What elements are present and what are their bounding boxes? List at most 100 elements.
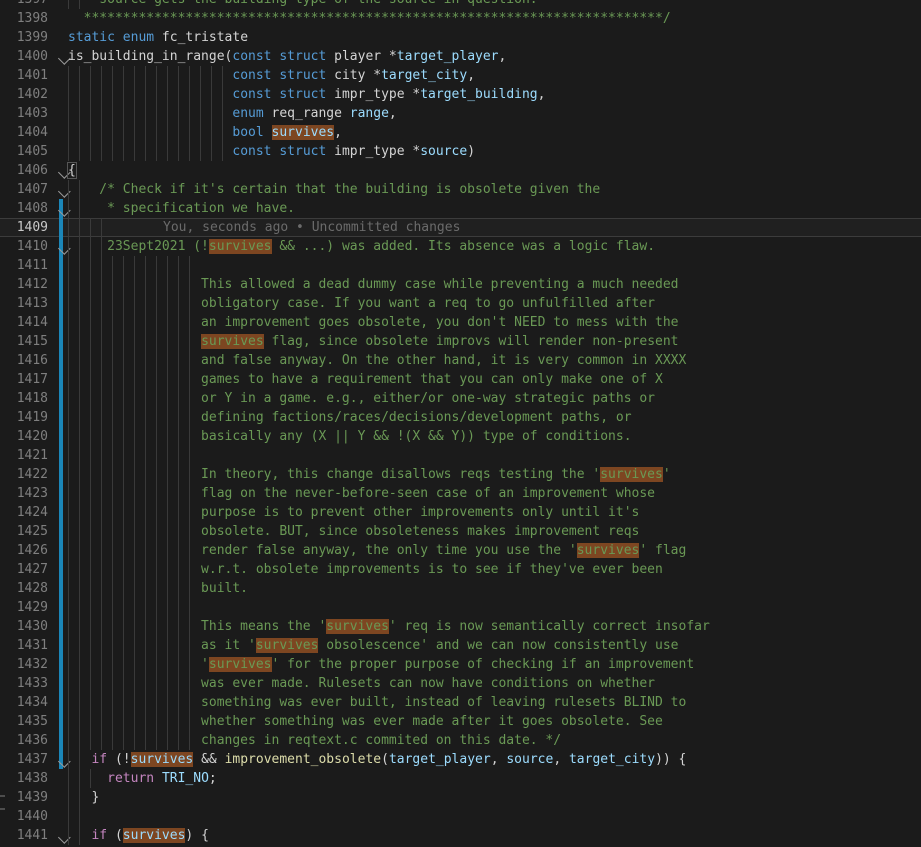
modified-line-indicator[interactable] <box>59 427 63 446</box>
code-line[interactable]: 1425 obsolete. BUT, since obsoleteness m… <box>0 522 921 541</box>
line-number[interactable]: 1401 <box>0 66 48 85</box>
code-line[interactable]: 1435 whether something was ever made aft… <box>0 712 921 731</box>
code-line[interactable]: 1437 if (!survives && improvement_obsole… <box>0 750 921 769</box>
code-line[interactable]: 1431 as it 'survives obsolescence' and w… <box>0 636 921 655</box>
code-line[interactable]: 1402 const struct impr_type *target_buil… <box>0 85 921 104</box>
code-line[interactable]: 1410 23Sept2021 (!survives && ...) was a… <box>0 237 921 256</box>
line-number[interactable]: 1424 <box>0 503 48 522</box>
modified-line-indicator[interactable] <box>59 693 63 712</box>
code-line[interactable]: 1434 something was ever built, instead o… <box>0 693 921 712</box>
line-number[interactable]: 1437 <box>0 750 48 769</box>
line-number[interactable]: 1416 <box>0 351 48 370</box>
line-number[interactable]: 1435 <box>0 712 48 731</box>
line-number[interactable]: 1403 <box>0 104 48 123</box>
line-number[interactable]: 1415 <box>0 332 48 351</box>
code-line[interactable]: 1404 bool survives, <box>0 123 921 142</box>
code-line[interactable]: 1436 changes in reqtext.c commited on th… <box>0 731 921 750</box>
modified-line-indicator[interactable] <box>59 674 63 693</box>
modified-line-indicator[interactable] <box>59 446 63 465</box>
modified-line-indicator[interactable] <box>59 294 63 313</box>
line-number[interactable]: 1410 <box>0 237 48 256</box>
code-line[interactable]: 1420 basically any (X || Y && !(X && Y))… <box>0 427 921 446</box>
line-number[interactable]: 1398 <box>0 9 48 28</box>
code-line[interactable]: 1405 const struct impr_type *source) <box>0 142 921 161</box>
modified-line-indicator[interactable] <box>59 313 63 332</box>
code-line[interactable]: 1429 <box>0 598 921 617</box>
modified-line-indicator[interactable] <box>59 598 63 617</box>
line-number[interactable]: 1406 <box>0 161 48 180</box>
line-number[interactable]: 1421 <box>0 446 48 465</box>
modified-line-indicator[interactable] <box>59 389 63 408</box>
code-line[interactable]: 1417 games to have a requirement that yo… <box>0 370 921 389</box>
modified-line-indicator[interactable] <box>59 484 63 503</box>
modified-line-indicator[interactable] <box>59 636 63 655</box>
code-line[interactable]: 1440 <box>0 807 921 826</box>
line-number[interactable]: 1411 <box>0 256 48 275</box>
code-line[interactable]: 1412 This allowed a dead dummy case whil… <box>0 275 921 294</box>
modified-line-indicator[interactable] <box>59 465 63 484</box>
modified-line-indicator[interactable] <box>59 351 63 370</box>
modified-line-indicator[interactable] <box>59 218 63 237</box>
modified-line-indicator[interactable] <box>59 408 63 427</box>
line-number[interactable]: 1408 <box>0 199 48 218</box>
line-number[interactable]: 1397 <box>0 0 48 9</box>
line-number[interactable]: 1431 <box>0 636 48 655</box>
line-number[interactable]: 1405 <box>0 142 48 161</box>
line-number[interactable]: 1400 <box>0 47 48 66</box>
code-line[interactable]: 1433 was ever made. Rulesets can now hav… <box>0 674 921 693</box>
code-line[interactable]: 1439 } <box>0 788 921 807</box>
code-line[interactable]: 1422 In theory, this change disallows re… <box>0 465 921 484</box>
modified-line-indicator[interactable] <box>59 712 63 731</box>
line-number[interactable]: 1429 <box>0 598 48 617</box>
code-line[interactable]: 1409You, seconds ago • Uncommitted chang… <box>0 218 921 237</box>
code-line[interactable]: 1413 obligatory case. If you want a req … <box>0 294 921 313</box>
line-number[interactable]: 1425 <box>0 522 48 541</box>
line-number[interactable]: 1422 <box>0 465 48 484</box>
modified-line-indicator[interactable] <box>59 731 63 750</box>
line-number[interactable]: 1419 <box>0 408 48 427</box>
code-line[interactable]: 1430 This means the 'survives' req is no… <box>0 617 921 636</box>
modified-line-indicator[interactable] <box>59 256 63 275</box>
code-line[interactable]: 1403 enum req_range range, <box>0 104 921 123</box>
line-number[interactable]: 1413 <box>0 294 48 313</box>
modified-line-indicator[interactable] <box>59 579 63 598</box>
code-line[interactable]: 1408 * specification we have. <box>0 199 921 218</box>
code-line[interactable]: 1427 w.r.t. obsolete improvements is to … <box>0 560 921 579</box>
line-number[interactable]: 1439 <box>0 788 48 807</box>
line-number[interactable]: 1414 <box>0 313 48 332</box>
code-line[interactable]: 1426 render false anyway, the only time … <box>0 541 921 560</box>
line-number[interactable]: 1438 <box>0 769 48 788</box>
line-number[interactable]: 1430 <box>0 617 48 636</box>
modified-line-indicator[interactable] <box>59 655 63 674</box>
modified-line-indicator[interactable] <box>59 522 63 541</box>
line-number[interactable]: 1399 <box>0 28 48 47</box>
code-line[interactable]: 1418 or Y in a game. e.g., either/or one… <box>0 389 921 408</box>
modified-line-indicator[interactable] <box>59 560 63 579</box>
line-number[interactable]: 1412 <box>0 275 48 294</box>
line-number[interactable]: 1407 <box>0 180 48 199</box>
code-line[interactable]: 1414 an improvement goes obsolete, you d… <box>0 313 921 332</box>
code-line[interactable]: 1398 ***********************************… <box>0 9 921 28</box>
code-line[interactable]: 1415 survives flag, since obsolete impro… <box>0 332 921 351</box>
code-line[interactable]: 1428 built. <box>0 579 921 598</box>
line-number[interactable]: 1420 <box>0 427 48 446</box>
code-line[interactable]: 1432 'survives' for the proper purpose o… <box>0 655 921 674</box>
code-line[interactable]: 1421 <box>0 446 921 465</box>
line-number[interactable]: 1417 <box>0 370 48 389</box>
modified-line-indicator[interactable] <box>59 617 63 636</box>
modified-line-indicator[interactable] <box>59 370 63 389</box>
line-number[interactable]: 1418 <box>0 389 48 408</box>
line-number[interactable]: 1441 <box>0 826 48 845</box>
code-line[interactable]: 1424 purpose is to prevent other improve… <box>0 503 921 522</box>
line-number[interactable]: 1428 <box>0 579 48 598</box>
code-line[interactable]: 1416 and false anyway. On the other hand… <box>0 351 921 370</box>
line-number[interactable]: 1423 <box>0 484 48 503</box>
modified-line-indicator[interactable] <box>59 275 63 294</box>
modified-line-indicator[interactable] <box>59 541 63 560</box>
line-number[interactable]: 1433 <box>0 674 48 693</box>
code-line[interactable]: 1399static enum fc_tristate <box>0 28 921 47</box>
line-number[interactable]: 1440 <box>0 807 48 826</box>
code-line[interactable]: 1423 flag on the never-before-seen case … <box>0 484 921 503</box>
code-line[interactable]: 1400is_building_in_range(const struct pl… <box>0 47 921 66</box>
line-number[interactable]: 1402 <box>0 85 48 104</box>
